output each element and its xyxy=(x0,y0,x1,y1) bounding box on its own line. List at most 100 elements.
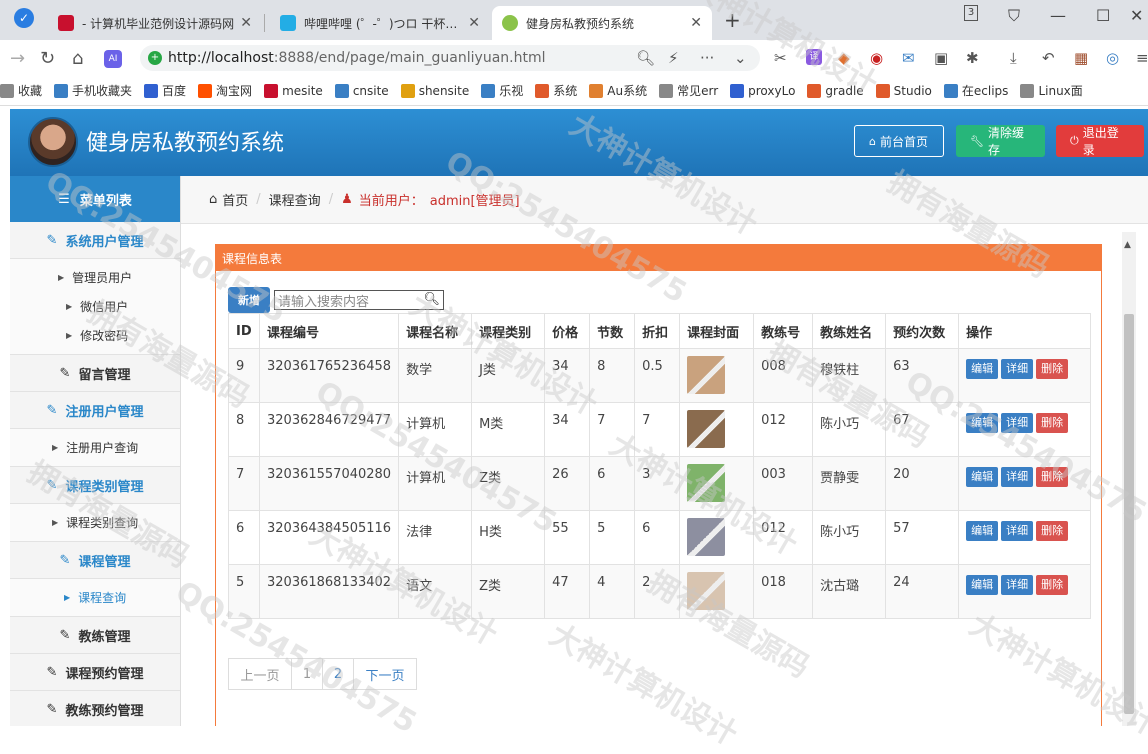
sidebar-item-registered-users[interactable]: ✎ 注册用户管理 xyxy=(10,392,180,429)
edit-button[interactable]: 编辑 xyxy=(966,467,999,487)
bookmark-item[interactable]: 在eclips xyxy=(943,82,1008,99)
page-2-button[interactable]: 2 xyxy=(322,658,354,690)
prev-page-button[interactable]: 上一页 xyxy=(228,658,292,690)
sidebar-subitem-admin-users[interactable]: ▶ 管理员用户 xyxy=(10,263,180,292)
sidebar-subitem-course-query[interactable]: ▶ 课程查询 xyxy=(10,583,180,612)
more-icon[interactable]: ··· xyxy=(700,49,714,67)
bookmark-item[interactable]: 常见err xyxy=(659,82,718,99)
detail-button[interactable]: 详细 xyxy=(1001,521,1034,541)
sidebar-item-courses[interactable]: ✎ 课程管理 xyxy=(10,542,180,579)
box-icon[interactable]: ▣ xyxy=(934,49,948,67)
sidebar-item-system-users[interactable]: ✎ 系统用户管理 xyxy=(10,222,180,259)
bookmark-item[interactable]: gradle xyxy=(807,83,864,98)
browser-tab-2[interactable]: 哔哩哔哩 (゜-゜)つロ 干杯~-bilibili ✕ xyxy=(270,6,490,40)
bookmark-item[interactable]: 乐视 xyxy=(481,82,523,99)
bookmark-item[interactable]: proxyLo xyxy=(730,83,795,98)
table-cell: 陈小巧 xyxy=(812,402,887,457)
delete-button[interactable]: 删除 xyxy=(1036,467,1069,487)
sidebar-item-course-booking[interactable]: ✎ 课程预约管理 xyxy=(10,654,180,691)
page-1-button[interactable]: 1 xyxy=(291,658,323,690)
next-page-button[interactable]: 下一页 xyxy=(353,658,417,690)
extension-icon[interactable]: ✱ xyxy=(966,49,979,67)
sidebar-subitem-change-password[interactable]: ▶ 修改密码 xyxy=(10,321,180,350)
close-icon[interactable]: ✕ xyxy=(690,15,702,31)
bookmark-item[interactable]: mesite xyxy=(264,83,323,98)
search-icon[interactable]: 🔍︎ xyxy=(423,292,440,307)
bookmark-item[interactable]: Studio xyxy=(875,83,932,98)
edit-button[interactable]: 编辑 xyxy=(966,413,999,433)
close-icon[interactable]: ✕ xyxy=(240,15,252,31)
sidebar-item-coach-booking[interactable]: ✎ 教练预约管理 xyxy=(10,691,180,726)
back-icon[interactable]: → xyxy=(10,48,25,69)
home-icon[interactable]: ⌂ xyxy=(72,48,83,69)
bookmark-item[interactable]: 手机收藏夹 xyxy=(54,82,132,99)
edit-button[interactable]: 编辑 xyxy=(966,359,999,379)
edit-button[interactable]: 编辑 xyxy=(966,575,999,595)
translate-icon[interactable]: 译 xyxy=(806,49,822,65)
weibo-icon[interactable]: ◉ xyxy=(870,49,883,67)
maximize-icon[interactable]: ☐ xyxy=(1096,6,1110,25)
breadcrumb-home[interactable]: 首页 xyxy=(222,190,248,209)
chevron-down-icon[interactable]: ⌄ xyxy=(734,49,747,67)
bookmark-item[interactable]: Au系统 xyxy=(589,82,647,99)
bookmark-item[interactable]: 收藏 xyxy=(0,82,42,99)
bookmark-item[interactable]: cnsite xyxy=(334,83,389,98)
scroll-thumb[interactable] xyxy=(1124,314,1134,714)
delete-button[interactable]: 删除 xyxy=(1036,359,1069,379)
table-cell: 6 xyxy=(228,510,260,565)
sidebar-subitem-course-category-query[interactable]: ▶ 课程类别查询 xyxy=(10,508,180,537)
table-cell: 5 xyxy=(589,510,636,565)
breadcrumb-current[interactable]: 课程查询 xyxy=(269,190,321,209)
browser-tab-active[interactable]: 健身房私教预约系统 ✕ xyxy=(492,6,712,40)
delete-button[interactable]: 删除 xyxy=(1036,521,1069,541)
reload-icon[interactable]: ↻ xyxy=(40,48,55,69)
browser-logo-icon[interactable]: ✓ xyxy=(14,8,34,28)
undo-icon[interactable]: ↶ xyxy=(1042,49,1055,67)
lightning-icon[interactable]: ⚡︎ xyxy=(668,49,679,67)
scroll-up-icon[interactable]: ▲ xyxy=(1124,240,1131,250)
bookmark-item[interactable]: Linux面 xyxy=(1020,82,1083,99)
ai-icon[interactable]: AI xyxy=(104,50,122,68)
bookmark-item[interactable]: 百度 xyxy=(144,82,186,99)
bookmark-item[interactable]: shensite xyxy=(400,83,469,98)
game-icon[interactable]: ◆ xyxy=(838,49,850,67)
search-input[interactable]: 请输入搜索内容 🔍︎ xyxy=(274,290,444,310)
edit-button[interactable]: 编辑 xyxy=(966,521,999,541)
front-home-button[interactable]: ⌂ 前台首页 xyxy=(854,125,944,157)
delete-button[interactable]: 删除 xyxy=(1036,413,1069,433)
browser-tab-1[interactable]: - 计算机毕业范例设计源码网 ✕ xyxy=(48,6,262,40)
sidebar-subitem-registered-user-query[interactable]: ▶ 注册用户查询 xyxy=(10,433,180,462)
add-button[interactable]: 新增 xyxy=(228,287,270,313)
close-icon[interactable]: ✕ xyxy=(468,15,480,31)
browser-icon[interactable]: ◎ xyxy=(1106,49,1119,67)
sidebar-item-coaches[interactable]: ✎ 教练管理 xyxy=(10,617,180,654)
sidebar-item-messages[interactable]: ✎ 留言管理 xyxy=(10,355,180,392)
logout-button[interactable]: ⏻ 退出登录 xyxy=(1056,125,1144,157)
table-cell: 穆铁柱 xyxy=(812,348,887,403)
scissors-icon[interactable]: ✂ xyxy=(774,49,787,67)
sidebar-item-course-category[interactable]: ✎ 课程类别管理 xyxy=(10,467,180,504)
bookmark-icon xyxy=(875,83,890,98)
bookmark-item[interactable]: 淘宝网 xyxy=(198,82,252,99)
page-scrollbar[interactable]: ▲ xyxy=(1122,232,1136,726)
download-icon[interactable]: ⤓ xyxy=(1010,49,1017,67)
url-input[interactable]: + http://localhost:8888/end/page/main_gu… xyxy=(140,45,760,71)
close-window-icon[interactable]: ✕ xyxy=(1130,6,1143,25)
shirt-icon[interactable]: ⛉ xyxy=(1008,6,1020,26)
zoom-icon[interactable]: 🔍︎ xyxy=(636,49,655,67)
tab-favicon-icon xyxy=(280,15,296,31)
detail-button[interactable]: 详细 xyxy=(1001,575,1034,595)
briefcase-icon[interactable]: ▦ xyxy=(1074,49,1088,67)
new-tab-button[interactable]: + xyxy=(724,8,741,32)
detail-button[interactable]: 详细 xyxy=(1001,359,1034,379)
clear-cache-button[interactable]: 🔧︎ 清除缓存 xyxy=(956,125,1045,157)
menu-icon[interactable]: ≡ xyxy=(1136,49,1148,67)
delete-button[interactable]: 删除 xyxy=(1036,575,1069,595)
minimize-icon[interactable]: — xyxy=(1050,6,1066,25)
bookmark-item[interactable]: 系统 xyxy=(535,82,577,99)
detail-button[interactable]: 详细 xyxy=(1001,413,1034,433)
detail-button[interactable]: 详细 xyxy=(1001,467,1034,487)
mail-icon[interactable]: ✉ xyxy=(902,49,915,67)
sidebar-subitem-wechat-users[interactable]: ▶ 微信用户 xyxy=(10,292,180,321)
tab-count-badge[interactable]: 3 xyxy=(964,5,978,21)
